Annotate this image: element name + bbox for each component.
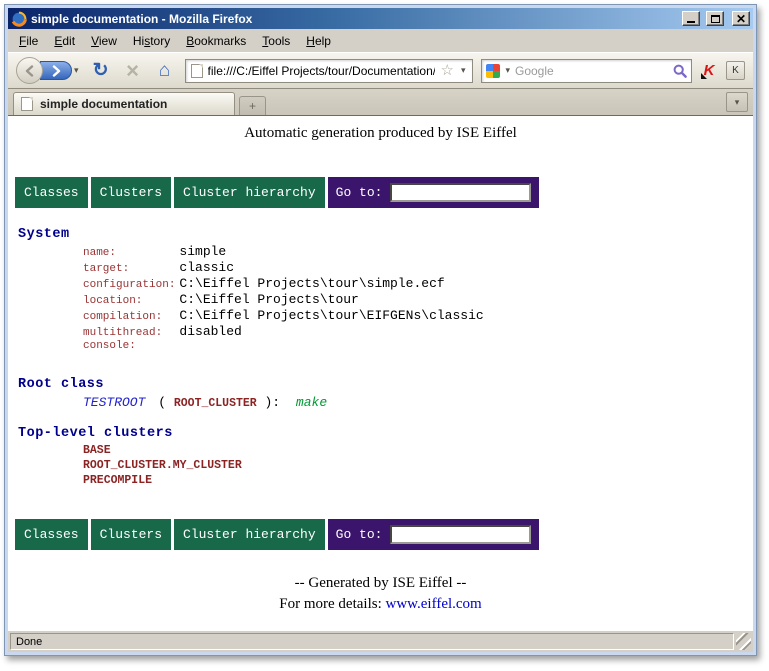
reload-icon: ↻ xyxy=(93,61,109,80)
table-row: multithread:disabled xyxy=(83,324,484,340)
window-title: simple documentation - Mozilla Firefox xyxy=(31,12,676,26)
menu-view[interactable]: View xyxy=(83,31,125,51)
eiffel-com-link[interactable]: www.eiffel.com xyxy=(386,596,482,612)
search-engine-dropdown-icon[interactable]: ▾ xyxy=(503,65,512,76)
footer-details-line: For more details: www.eiffel.com xyxy=(8,596,753,613)
root-cluster-link[interactable]: ROOT_CLUSTER xyxy=(174,397,257,410)
top-level-clusters-heading: Top-level clusters xyxy=(18,426,173,441)
resize-grip-icon[interactable] xyxy=(736,633,751,650)
urlbar-dropdown-icon[interactable]: ▾ xyxy=(459,65,468,76)
system-table: name:simple target:classic configuration… xyxy=(83,244,484,356)
goto-input-bottom[interactable] xyxy=(390,525,531,544)
titlebar[interactable]: simple documentation - Mozilla Firefox ✕ xyxy=(8,8,753,29)
history-dropdown-icon[interactable]: ▾ xyxy=(72,65,81,76)
root-class-link[interactable]: TESTROOT xyxy=(83,395,145,410)
menu-edit[interactable]: Edit xyxy=(46,31,83,51)
tab-simple-documentation[interactable]: simple documentation xyxy=(13,92,235,115)
system-heading: System xyxy=(18,227,70,242)
tab-list-dropdown[interactable]: ▾ xyxy=(726,92,748,112)
close-icon: ✕ xyxy=(736,13,746,25)
page-icon xyxy=(191,64,203,78)
menu-bookmarks[interactable]: Bookmarks xyxy=(178,31,254,51)
k-key-button[interactable]: K xyxy=(726,61,745,80)
goto-box-bottom: Go to: xyxy=(328,519,540,550)
clusters-button[interactable]: Clusters xyxy=(91,177,171,208)
goto-label-bottom: Go to: xyxy=(336,527,383,542)
menu-help[interactable]: Help xyxy=(298,31,339,51)
cluster-link-precompile[interactable]: PRECOMPILE xyxy=(83,473,242,488)
status-bar: Done xyxy=(8,630,753,652)
clusters-button-bottom[interactable]: Clusters xyxy=(91,519,171,550)
root-class-line: TESTROOT ( ROOT_CLUSTER ): make xyxy=(83,395,327,410)
search-input[interactable] xyxy=(515,64,670,78)
google-engine-icon[interactable] xyxy=(486,64,500,78)
doc-nav-top: Classes Clusters Cluster hierarchy Go to… xyxy=(15,177,539,208)
navigation-toolbar: ▾ ↻ × ⌂ ☆ ▾ ▾ K K xyxy=(8,52,753,89)
forward-button[interactable] xyxy=(40,61,72,80)
doc-nav-bottom: Classes Clusters Cluster hierarchy Go to… xyxy=(15,519,539,550)
location-bar[interactable]: ☆ ▾ xyxy=(185,59,474,83)
page-content: Automatic generation produced by ISE Eif… xyxy=(8,116,753,630)
menu-history[interactable]: History xyxy=(125,31,178,51)
classes-button[interactable]: Classes xyxy=(15,177,88,208)
menu-file[interactable]: File xyxy=(11,31,46,51)
status-text: Done xyxy=(10,633,734,650)
back-button[interactable] xyxy=(16,57,43,84)
reload-button[interactable]: ↻ xyxy=(89,61,113,80)
home-icon: ⌂ xyxy=(159,61,170,80)
menubar: File Edit View History Bookmarks Tools H… xyxy=(8,29,753,52)
home-button[interactable]: ⌂ xyxy=(153,61,177,80)
goto-input-top[interactable] xyxy=(390,183,531,202)
maximize-icon xyxy=(711,15,720,23)
root-class-heading: Root class xyxy=(18,377,104,392)
cluster-list: BASE ROOT_CLUSTER.MY_CLUSTER PRECOMPILE xyxy=(83,443,242,488)
cluster-link-base[interactable]: BASE xyxy=(83,443,242,458)
goto-box-top: Go to: xyxy=(328,177,540,208)
table-row: target:classic xyxy=(83,260,484,276)
back-arrow-icon xyxy=(24,65,36,77)
goto-label: Go to: xyxy=(336,185,383,200)
table-row: compilation:C:\Eiffel Projects\tour\EIFG… xyxy=(83,308,484,324)
stop-button[interactable]: × xyxy=(121,60,145,82)
new-tab-button[interactable]: + xyxy=(239,96,266,115)
stop-icon: × xyxy=(126,60,139,82)
forward-arrow-icon xyxy=(50,65,62,77)
minimize-icon xyxy=(687,21,695,23)
search-icon[interactable] xyxy=(673,64,687,78)
cluster-link-root-cluster-my-cluster[interactable]: ROOT_CLUSTER.MY_CLUSTER xyxy=(83,458,242,473)
kaspersky-icon[interactable]: K xyxy=(700,62,718,80)
tab-bar: simple documentation + ▾ xyxy=(8,89,753,116)
url-input[interactable] xyxy=(208,64,436,78)
table-row: console: xyxy=(83,340,484,356)
cluster-hierarchy-button-bottom[interactable]: Cluster hierarchy xyxy=(174,519,325,550)
close-button[interactable]: ✕ xyxy=(732,11,750,26)
root-feature-link[interactable]: make xyxy=(296,395,327,410)
maximize-button[interactable] xyxy=(706,11,724,26)
tab-title: simple documentation xyxy=(40,97,167,111)
firefox-icon xyxy=(11,11,27,27)
menu-tools[interactable]: Tools xyxy=(254,31,298,51)
table-row: configuration:C:\Eiffel Projects\tour\si… xyxy=(83,276,484,292)
bookmark-star-icon[interactable]: ☆ xyxy=(440,63,453,78)
search-bar[interactable]: ▾ xyxy=(481,59,692,83)
table-row: name:simple xyxy=(83,244,484,260)
footer-generated-line: -- Generated by ISE Eiffel -- xyxy=(8,575,753,592)
plus-icon: + xyxy=(249,99,256,113)
chevron-down-icon: ▾ xyxy=(733,97,742,108)
classes-button-bottom[interactable]: Classes xyxy=(15,519,88,550)
table-row: location:C:\Eiffel Projects\tour xyxy=(83,292,484,308)
cluster-hierarchy-button[interactable]: Cluster hierarchy xyxy=(174,177,325,208)
minimize-button[interactable] xyxy=(682,11,700,26)
page-banner: Automatic generation produced by ISE Eif… xyxy=(8,125,753,142)
browser-window: simple documentation - Mozilla Firefox ✕… xyxy=(4,4,757,656)
tab-page-icon xyxy=(21,97,33,111)
